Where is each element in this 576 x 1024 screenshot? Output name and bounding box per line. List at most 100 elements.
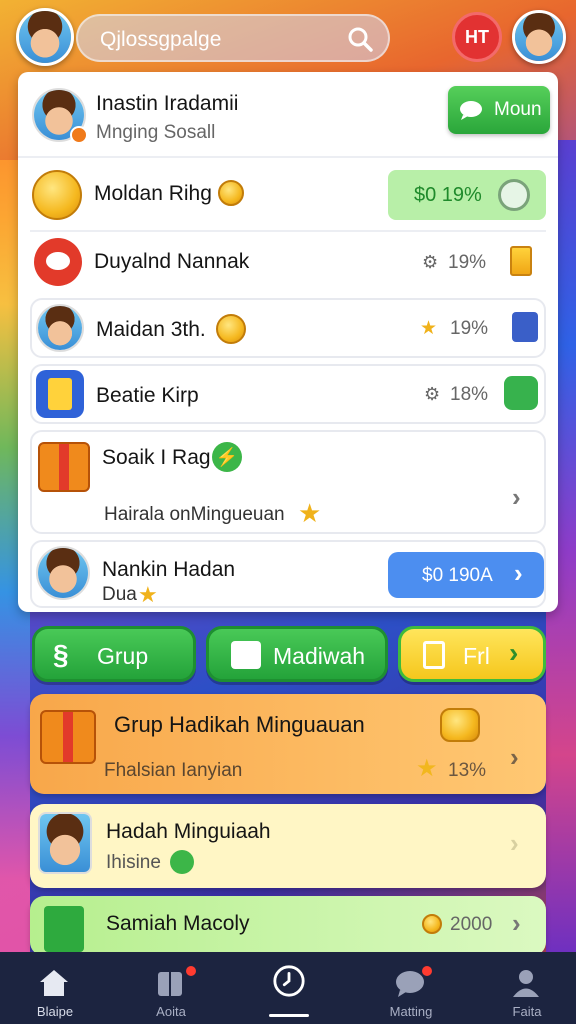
row-value: 18% (450, 384, 489, 405)
search-text: Qjlossgpalge (100, 28, 222, 51)
nav-center[interactable] (234, 952, 344, 1024)
notification-badge-button[interactable]: HT (452, 12, 502, 62)
divider (18, 156, 558, 158)
friend-avatar[interactable] (512, 10, 566, 64)
grup-button-label: Grup (97, 643, 149, 669)
row-value: 19% (448, 252, 487, 273)
row-title: Maidan 3th. (96, 318, 206, 341)
star-icon: ★ (420, 318, 438, 339)
gift-icon (38, 442, 90, 492)
moun-button[interactable]: Moun (448, 86, 550, 134)
nav-matting[interactable]: Matting (356, 952, 466, 1024)
gift-box-icon (512, 312, 538, 342)
search-bar[interactable]: Qjlossgpalge (76, 14, 390, 62)
grup-button[interactable]: § Grup (32, 626, 196, 682)
user-avatar[interactable] (16, 8, 74, 66)
star-icon: ★ (138, 582, 158, 607)
star-icon: ★ (416, 755, 438, 782)
card-title: Grup Hadikah Minguauan (114, 712, 365, 737)
handshake-icon (504, 376, 538, 410)
card-hadah[interactable]: Hadah Minguiaah Ihisine › (30, 804, 546, 888)
card-grup-hadikah[interactable]: Grup Hadikah Minguauan Fhalsian Ianyian … (30, 694, 546, 794)
card-subtitle: Ihisine (106, 852, 161, 873)
home-icon (40, 970, 68, 996)
nav-aoita[interactable]: Aoita (116, 952, 226, 1024)
chevron-right-icon: › (510, 742, 519, 772)
check-icon (170, 850, 194, 874)
frl-button[interactable]: Frl › (398, 626, 546, 682)
gear-icon: ⚙ (424, 384, 441, 404)
list-item-nankin[interactable]: Nankin Hadan Dua ★ $0 190A › (30, 540, 546, 608)
coin-icon (422, 914, 442, 934)
moun-button-label: Moun (494, 99, 542, 120)
madiwah-button[interactable]: Madiwah (206, 626, 388, 682)
nav-home[interactable]: Blaipe (0, 952, 110, 1024)
coin-stack-icon (510, 246, 532, 276)
row-value: $0 190A (422, 565, 493, 586)
person-icon (513, 970, 539, 997)
row-title: Beatie Kirp (96, 384, 199, 407)
list-item-soaik[interactable]: Soaik I Rag ⚡ Hairala onMingueuan ★ › (30, 430, 546, 534)
book-icon (36, 370, 84, 418)
active-indicator (269, 1014, 309, 1017)
row-title: Soaik I Rag (102, 446, 211, 469)
coin-icon (440, 708, 480, 742)
notification-dot (422, 966, 432, 976)
row-avatar (36, 304, 84, 352)
madiwah-button-label: Madiwah (273, 643, 366, 669)
card-avatar (38, 812, 92, 874)
row-value: 19% (450, 318, 489, 339)
card-samiah[interactable]: Samiah Macoly 2000 › (30, 896, 546, 956)
cat-icon (34, 238, 82, 286)
compass-coin-icon (216, 314, 246, 344)
row-title: Duyalnd Nannak (94, 250, 250, 273)
value-pill: $0 19% (388, 170, 546, 220)
document-icon (231, 641, 261, 669)
nav-label: Faita (512, 1004, 542, 1019)
card-subtitle: Fhalsian Ianyian (104, 760, 243, 781)
chevron-right-icon: › (510, 828, 519, 858)
row-value: $0 19% (414, 184, 482, 206)
profile-row[interactable]: Inastin Iradamii Mnging Sosall Moun (30, 80, 550, 154)
file-icon (423, 641, 445, 669)
chevron-right-icon: › (514, 558, 523, 588)
list-item-duyalnd[interactable]: Duyalnd Nannak ⚙ 19% (30, 232, 546, 292)
row-subtitle: Dua (102, 584, 137, 605)
star-icon: ★ (298, 498, 322, 528)
card-title: Samiah Macoly (106, 912, 250, 935)
row-title: Nankin Hadan (102, 558, 236, 581)
group-icon: § (53, 639, 69, 670)
gift-icon (40, 710, 96, 764)
chevron-right-icon: › (512, 482, 521, 512)
list-item-maidan[interactable]: Maidan 3th. ★ 19% (30, 298, 546, 358)
nav-label: Matting (389, 1004, 433, 1019)
frl-button-label: Frl (463, 643, 490, 669)
list-item-beatie[interactable]: Beatie Kirp ⚙ 18% (30, 364, 546, 424)
target-icon (498, 179, 530, 211)
bottom-nav: Blaipe Aoita Matting Faita (0, 952, 576, 1024)
chevron-right-icon: › (512, 908, 521, 938)
profile-subtitle: Mnging Sosall (96, 122, 216, 143)
main-panel: Inastin Iradamii Mnging Sosall Moun Mold… (18, 72, 558, 612)
row-title: Moldan Rihg (94, 182, 212, 205)
star-icon (218, 180, 244, 206)
chat-bubble-icon (460, 101, 482, 120)
gift-box-icon (44, 906, 84, 952)
top-bar: Qjlossgpalge HT (0, 0, 576, 76)
status-dot-icon (70, 126, 88, 144)
clock-icon (273, 965, 305, 997)
card-value: 13% (448, 760, 487, 781)
row-subtitle: Hairala onMingueuan (104, 504, 285, 525)
profile-name: Inastin Iradamii (96, 92, 239, 115)
nav-label: Blaipe (36, 1004, 74, 1019)
book-icon (158, 972, 182, 996)
card-value: 2000 (450, 914, 493, 935)
nav-faita[interactable]: Faita (472, 952, 576, 1024)
lightning-icon: ⚡ (212, 442, 242, 472)
value-button[interactable]: $0 190A › (388, 552, 544, 598)
search-icon[interactable] (346, 25, 374, 53)
list-item-moldan[interactable]: Moldan Rihg $0 19% (30, 164, 546, 226)
row-avatar (36, 546, 90, 600)
smiley-coin-icon (32, 170, 82, 220)
card-title: Hadah Minguiaah (106, 820, 271, 843)
